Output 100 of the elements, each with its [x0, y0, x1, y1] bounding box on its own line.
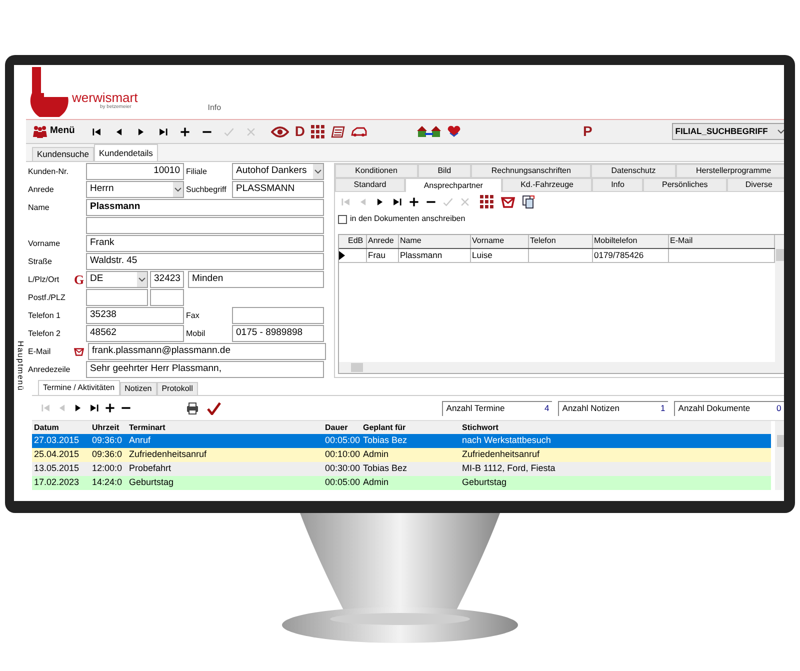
heart-icon[interactable] [446, 125, 461, 138]
column-header[interactable]: EdB [347, 235, 367, 248]
tab[interactable]: Termine / Aktivitäten [38, 380, 120, 395]
table-cell-text: Geburtstag [128, 476, 175, 490]
input-field[interactable] [86, 217, 324, 234]
counter-label: Anzahl Termine [446, 402, 505, 415]
row-pointer-icon[interactable] [339, 251, 345, 260]
table-row[interactable]: 27.03.2015 09:36:0 Anruf 00:05:00 Tobias Bez nach Werkstattbesuch [32, 434, 772, 448]
tab[interactable]: Ansprechpartner [405, 178, 502, 192]
table-cell-text: Admin [362, 476, 390, 490]
input-field[interactable] [232, 307, 324, 324]
column-header[interactable]: Mobiltelefon [593, 235, 669, 248]
tab[interactable]: Persönliches [643, 178, 727, 192]
document-button[interactable]: D [294, 121, 305, 142]
info-link[interactable]: Info [208, 102, 222, 114]
column-header[interactable]: Stichwort [460, 422, 772, 434]
dropdown[interactable]: DE [86, 271, 148, 288]
input-field[interactable]: 35238 [86, 307, 184, 324]
tab[interactable]: Standard [335, 178, 406, 192]
side-menu-label[interactable]: Hauptmenü [14, 340, 26, 392]
mail-icon[interactable] [501, 196, 515, 208]
table-cell-text: 09:36:0 [91, 434, 124, 448]
mail-icon[interactable] [74, 346, 84, 356]
vertical-scrollbar[interactable] [775, 235, 784, 362]
tab[interactable]: Protokoll [156, 382, 198, 395]
menu-button[interactable]: Menü [32, 124, 75, 139]
counter-value: 1 [660, 402, 666, 415]
table-cell-text: Admin [362, 448, 390, 462]
last-record-icon[interactable] [391, 196, 403, 208]
input-field[interactable]: Sehr geehrter Herr Plassmann, [86, 361, 324, 378]
add-icon[interactable] [408, 196, 420, 208]
checkmark-icon[interactable] [207, 402, 221, 414]
column-header[interactable]: Anrede [367, 235, 399, 248]
input-field[interactable]: 0175 - 8989898 [232, 325, 324, 342]
p-button[interactable]: P [582, 121, 592, 142]
input-field[interactable]: frank.plassmann@plassmann.de [88, 343, 326, 360]
add-icon[interactable] [178, 126, 191, 138]
copy-icon[interactable] [522, 195, 535, 209]
input-field[interactable] [86, 289, 148, 306]
field-label: Vorname [28, 238, 62, 250]
tab[interactable]: Kundendetails [94, 144, 158, 161]
grid-icon[interactable] [310, 124, 325, 138]
add-icon[interactable] [104, 402, 116, 414]
tab[interactable]: Rechnungsanschriften [471, 164, 592, 178]
input-field[interactable] [150, 289, 184, 306]
tab[interactable]: Notizen [120, 382, 157, 395]
last-record-icon[interactable] [88, 402, 100, 414]
input-field[interactable]: 10010 [86, 163, 184, 180]
column-header[interactable]: Vorname [471, 235, 529, 248]
tab[interactable]: Info [592, 178, 644, 192]
dropdown[interactable]: Autohof Dankers [232, 163, 324, 180]
input-field[interactable]: Waldstr. 45 [86, 253, 324, 270]
eye-icon[interactable] [270, 126, 289, 138]
logo-icon[interactable] [30, 67, 70, 117]
map-marker-label[interactable]: G [74, 273, 84, 286]
horizontal-scrollbar[interactable] [339, 362, 784, 373]
input-field[interactable]: Minden [188, 271, 324, 288]
tab[interactable]: Diverse [726, 178, 784, 192]
field-label: Fax [186, 310, 200, 322]
column-header[interactable]: Name [399, 235, 471, 248]
counter-label: Anzahl Notizen [562, 402, 620, 415]
column-header[interactable]: Geplant für [361, 422, 460, 434]
grid-icon[interactable] [480, 195, 494, 209]
field-label: Postf./PLZ [28, 292, 66, 304]
field-label: E-Mail [28, 346, 52, 358]
tab[interactable]: Konditionen [335, 164, 418, 178]
tab[interactable]: Kd.-Fahrzeuge [502, 178, 592, 192]
input-field[interactable]: PLASSMANN [232, 181, 324, 198]
last-record-icon[interactable] [156, 126, 169, 138]
table-row[interactable]: 13.05.2015 12:00:0 Probefahrt 00:30:00 Tobias Bez MI-B 1112, Ford, Fiesta [32, 462, 772, 476]
printer-icon[interactable] [186, 402, 199, 414]
search-mode-dropdown[interactable]: FILIAL_SUCHBEGRIFF [672, 123, 784, 140]
column-header[interactable]: Uhrzeit [90, 422, 127, 434]
houses-icon[interactable] [416, 125, 441, 138]
checkbox[interactable] [338, 214, 347, 224]
checkbox-label[interactable]: in den Dokumenten anschreiben [350, 213, 466, 225]
first-record-icon[interactable] [90, 126, 103, 138]
table-row[interactable]: 17.02.2023 14:24:0 Geburtstag 00:05:00 Admin Geburtstag [32, 476, 772, 490]
table-cell-text: 00:05:00 [324, 476, 361, 490]
table-cell-text: Tobias Bez [362, 462, 408, 476]
tab[interactable]: Kundensuche [32, 147, 94, 161]
table-cell-text: nach Werkstattbesuch [461, 434, 552, 448]
column-header[interactable]: Terminart [127, 422, 323, 434]
tab[interactable]: Datenschutz [591, 164, 676, 178]
table-cell: Frau [367, 248, 399, 262]
table-cell-text: 27.03.2015 [33, 434, 80, 448]
column-header[interactable]: Dauer [323, 422, 361, 434]
input-field[interactable]: 32423 [150, 271, 184, 288]
counter-label: Anzahl Dokumente [678, 402, 750, 415]
form-icon[interactable] [330, 126, 345, 138]
tab[interactable]: Herstellerprogramme [676, 164, 784, 178]
input-field[interactable]: Frank [86, 235, 324, 252]
dropdown[interactable]: Herrn [86, 181, 184, 198]
input-field[interactable]: Plassmann [86, 199, 324, 216]
input-field[interactable]: 48562 [86, 325, 184, 342]
car-icon[interactable] [350, 126, 367, 136]
table-row[interactable]: 25.04.2015 09:36:0 Zufriedenheitsanruf 00:10:00 Admin Zufriedenheitsanruf [32, 448, 772, 462]
tab[interactable]: Bild [418, 164, 472, 178]
column-header[interactable]: Datum [32, 422, 90, 434]
column-header[interactable]: Telefon [529, 235, 593, 248]
